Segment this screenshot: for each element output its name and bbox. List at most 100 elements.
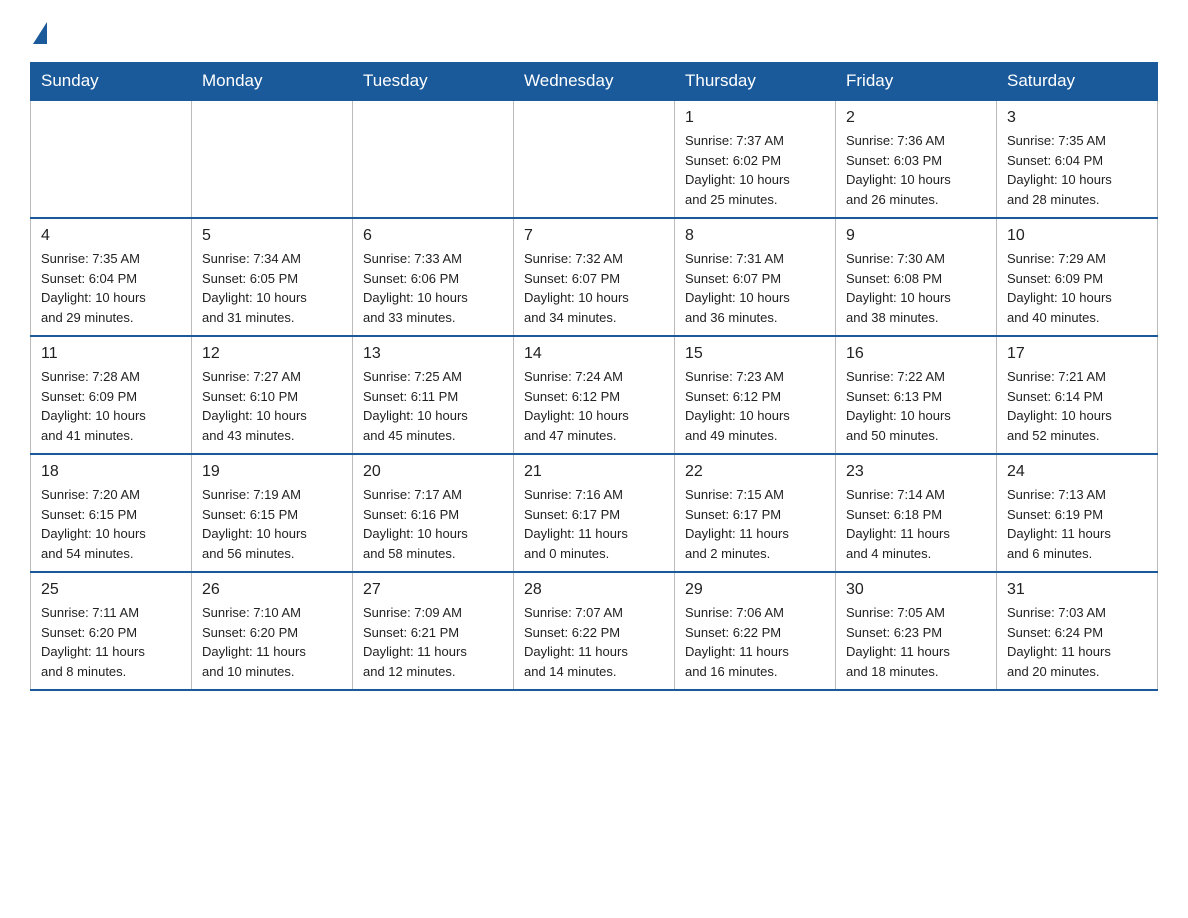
calendar-cell: 11 Sunrise: 7:28 AM Sunset: 6:09 PM Dayli… (31, 336, 192, 454)
day-number: 19 (202, 463, 342, 481)
weekday-header-thursday: Thursday (675, 63, 836, 101)
day-info: Sunrise: 7:09 AM Sunset: 6:21 PM Dayligh… (363, 603, 503, 681)
calendar-cell: 16Sunrise: 7:22 AM Sunset: 6:13 PM Dayli… (836, 336, 997, 454)
weekday-header-wednesday: Wednesday (514, 63, 675, 101)
day-number: 20 (363, 463, 503, 481)
day-info: Sunrise: 7:14 AM Sunset: 6:18 PM Dayligh… (846, 485, 986, 563)
calendar-cell: 23 Sunrise: 7:14 AM Sunset: 6:18 PM Dayli… (836, 454, 997, 572)
day-info: Sunrise: 7:31 AM Sunset: 6:07 PM Dayligh… (685, 249, 825, 327)
calendar-cell: 10 Sunrise: 7:29 AM Sunset: 6:09 PM Dayli… (997, 218, 1158, 336)
day-number: 26 (202, 581, 342, 599)
calendar-cell: 9Sunrise: 7:30 AM Sunset: 6:08 PM Daylig… (836, 218, 997, 336)
day-info: Sunrise: 7:29 AM Sunset: 6:09 PM Dayligh… (1007, 249, 1147, 327)
day-number: 15 (685, 345, 825, 363)
day-number: 11 (41, 345, 181, 363)
logo (30, 20, 47, 44)
day-info: Sunrise: 7:22 AM Sunset: 6:13 PM Dayligh… (846, 367, 986, 445)
day-info: Sunrise: 7:05 AM Sunset: 6:23 PM Dayligh… (846, 603, 986, 681)
calendar-cell: 14 Sunrise: 7:24 AM Sunset: 6:12 PM Dayli… (514, 336, 675, 454)
day-number: 14 (524, 345, 664, 363)
calendar-cell: 27 Sunrise: 7:09 AM Sunset: 6:21 PM Dayli… (353, 572, 514, 690)
logo-triangle-icon (33, 22, 47, 44)
day-info: Sunrise: 7:27 AM Sunset: 6:10 PM Dayligh… (202, 367, 342, 445)
day-number: 23 (846, 463, 986, 481)
day-number: 13 (363, 345, 503, 363)
day-number: 6 (363, 227, 503, 245)
day-number: 31 (1007, 581, 1147, 599)
day-number: 21 (524, 463, 664, 481)
calendar-cell: 22 Sunrise: 7:15 AM Sunset: 6:17 PM Dayli… (675, 454, 836, 572)
calendar-cell: 4 Sunrise: 7:35 AM Sunset: 6:04 PM Daylig… (31, 218, 192, 336)
day-number: 4 (41, 227, 181, 245)
day-number: 27 (363, 581, 503, 599)
day-number: 7 (524, 227, 664, 245)
day-info: Sunrise: 7:19 AM Sunset: 6:15 PM Dayligh… (202, 485, 342, 563)
day-info: Sunrise: 7:25 AM Sunset: 6:11 PM Dayligh… (363, 367, 503, 445)
day-number: 18 (41, 463, 181, 481)
calendar-cell: 2Sunrise: 7:36 AM Sunset: 6:03 PM Daylig… (836, 100, 997, 218)
day-info: Sunrise: 7:30 AM Sunset: 6:08 PM Dayligh… (846, 249, 986, 327)
day-info: Sunrise: 7:35 AM Sunset: 6:04 PM Dayligh… (1007, 131, 1147, 209)
day-info: Sunrise: 7:03 AM Sunset: 6:24 PM Dayligh… (1007, 603, 1147, 681)
calendar-cell: 8 Sunrise: 7:31 AM Sunset: 6:07 PM Daylig… (675, 218, 836, 336)
calendar-cell: 6 Sunrise: 7:33 AM Sunset: 6:06 PM Daylig… (353, 218, 514, 336)
day-number: 2 (846, 109, 986, 127)
day-info: Sunrise: 7:34 AM Sunset: 6:05 PM Dayligh… (202, 249, 342, 327)
calendar-cell: 30Sunrise: 7:05 AM Sunset: 6:23 PM Dayli… (836, 572, 997, 690)
day-info: Sunrise: 7:07 AM Sunset: 6:22 PM Dayligh… (524, 603, 664, 681)
day-number: 8 (685, 227, 825, 245)
weekday-header-sunday: Sunday (31, 63, 192, 101)
day-number: 3 (1007, 109, 1147, 127)
day-number: 17 (1007, 345, 1147, 363)
day-number: 12 (202, 345, 342, 363)
day-number: 1 (685, 109, 825, 127)
calendar-table: SundayMondayTuesdayWednesdayThursdayFrid… (30, 62, 1158, 691)
day-info: Sunrise: 7:32 AM Sunset: 6:07 PM Dayligh… (524, 249, 664, 327)
calendar-cell: 1 Sunrise: 7:37 AM Sunset: 6:02 PM Daylig… (675, 100, 836, 218)
day-number: 10 (1007, 227, 1147, 245)
day-number: 25 (41, 581, 181, 599)
day-info: Sunrise: 7:23 AM Sunset: 6:12 PM Dayligh… (685, 367, 825, 445)
day-info: Sunrise: 7:06 AM Sunset: 6:22 PM Dayligh… (685, 603, 825, 681)
calendar-week-5: 25Sunrise: 7:11 AM Sunset: 6:20 PM Dayli… (31, 572, 1158, 690)
day-info: Sunrise: 7:17 AM Sunset: 6:16 PM Dayligh… (363, 485, 503, 563)
day-number: 5 (202, 227, 342, 245)
weekday-header-tuesday: Tuesday (353, 63, 514, 101)
calendar-cell: 28Sunrise: 7:07 AM Sunset: 6:22 PM Dayli… (514, 572, 675, 690)
calendar-cell: 21 Sunrise: 7:16 AM Sunset: 6:17 PM Dayli… (514, 454, 675, 572)
calendar-week-3: 11 Sunrise: 7:28 AM Sunset: 6:09 PM Dayli… (31, 336, 1158, 454)
calendar-cell: 24 Sunrise: 7:13 AM Sunset: 6:19 PM Dayli… (997, 454, 1158, 572)
day-info: Sunrise: 7:13 AM Sunset: 6:19 PM Dayligh… (1007, 485, 1147, 563)
day-info: Sunrise: 7:24 AM Sunset: 6:12 PM Dayligh… (524, 367, 664, 445)
day-number: 22 (685, 463, 825, 481)
calendar-cell: 29Sunrise: 7:06 AM Sunset: 6:22 PM Dayli… (675, 572, 836, 690)
calendar-cell: 17 Sunrise: 7:21 AM Sunset: 6:14 PM Dayli… (997, 336, 1158, 454)
calendar-cell: 25Sunrise: 7:11 AM Sunset: 6:20 PM Dayli… (31, 572, 192, 690)
day-info: Sunrise: 7:28 AM Sunset: 6:09 PM Dayligh… (41, 367, 181, 445)
calendar-week-1: 1 Sunrise: 7:37 AM Sunset: 6:02 PM Daylig… (31, 100, 1158, 218)
day-info: Sunrise: 7:35 AM Sunset: 6:04 PM Dayligh… (41, 249, 181, 327)
calendar-cell: 12 Sunrise: 7:27 AM Sunset: 6:10 PM Dayli… (192, 336, 353, 454)
day-info: Sunrise: 7:16 AM Sunset: 6:17 PM Dayligh… (524, 485, 664, 563)
calendar-cell: 31 Sunrise: 7:03 AM Sunset: 6:24 PM Dayli… (997, 572, 1158, 690)
calendar-cell (192, 100, 353, 218)
day-number: 24 (1007, 463, 1147, 481)
calendar-cell: 15 Sunrise: 7:23 AM Sunset: 6:12 PM Dayli… (675, 336, 836, 454)
day-info: Sunrise: 7:20 AM Sunset: 6:15 PM Dayligh… (41, 485, 181, 563)
page-header (30, 20, 1158, 44)
calendar-cell: 7 Sunrise: 7:32 AM Sunset: 6:07 PM Daylig… (514, 218, 675, 336)
weekday-header-monday: Monday (192, 63, 353, 101)
day-info: Sunrise: 7:21 AM Sunset: 6:14 PM Dayligh… (1007, 367, 1147, 445)
day-info: Sunrise: 7:33 AM Sunset: 6:06 PM Dayligh… (363, 249, 503, 327)
day-info: Sunrise: 7:10 AM Sunset: 6:20 PM Dayligh… (202, 603, 342, 681)
calendar-cell (514, 100, 675, 218)
calendar-cell: 5 Sunrise: 7:34 AM Sunset: 6:05 PM Daylig… (192, 218, 353, 336)
calendar-cell (31, 100, 192, 218)
calendar-cell: 13 Sunrise: 7:25 AM Sunset: 6:11 PM Dayli… (353, 336, 514, 454)
calendar-cell: 26 Sunrise: 7:10 AM Sunset: 6:20 PM Dayli… (192, 572, 353, 690)
day-info: Sunrise: 7:15 AM Sunset: 6:17 PM Dayligh… (685, 485, 825, 563)
calendar-cell: 18 Sunrise: 7:20 AM Sunset: 6:15 PM Dayli… (31, 454, 192, 572)
weekday-header-saturday: Saturday (997, 63, 1158, 101)
day-info: Sunrise: 7:37 AM Sunset: 6:02 PM Dayligh… (685, 131, 825, 209)
calendar-cell: 19 Sunrise: 7:19 AM Sunset: 6:15 PM Dayli… (192, 454, 353, 572)
